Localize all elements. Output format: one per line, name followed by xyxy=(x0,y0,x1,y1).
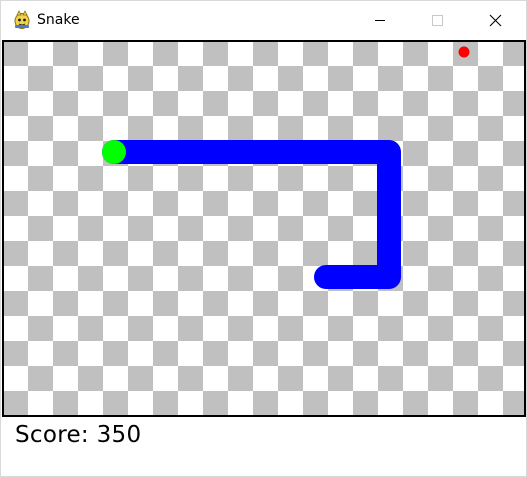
pygame-snake-icon xyxy=(12,10,32,30)
checkerboard-background xyxy=(4,42,524,415)
snake-head xyxy=(102,140,126,164)
maximize-icon xyxy=(432,15,443,26)
minimize-icon xyxy=(375,20,385,21)
checker-pattern xyxy=(4,42,524,415)
game-board[interactable] xyxy=(2,40,526,417)
score-label: Score: 350 xyxy=(15,422,142,448)
window-title: Snake xyxy=(37,12,80,28)
game-window: Snake Score: 350 xyxy=(0,0,527,477)
board-canvas xyxy=(4,42,524,415)
minimize-button[interactable] xyxy=(357,1,403,39)
title-bar[interactable]: Snake xyxy=(1,1,526,39)
food-apple xyxy=(458,46,470,58)
close-icon xyxy=(489,14,502,27)
maximize-button[interactable] xyxy=(414,1,460,39)
close-button[interactable] xyxy=(472,1,518,39)
